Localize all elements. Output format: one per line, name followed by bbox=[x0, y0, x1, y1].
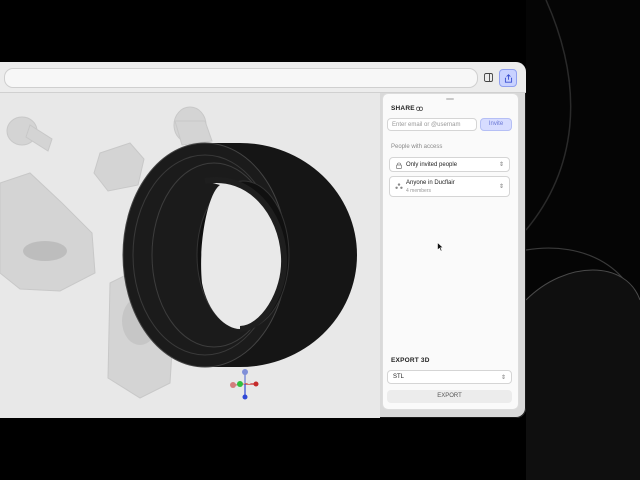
ring-model bbox=[122, 142, 357, 368]
axis-gizmo-icon bbox=[230, 369, 259, 400]
model-scene bbox=[0, 106, 357, 400]
address-bar[interactable] bbox=[4, 68, 478, 88]
people-access-label: People with access bbox=[391, 144, 443, 150]
link-icon[interactable] bbox=[416, 106, 423, 112]
3d-viewport[interactable] bbox=[0, 93, 380, 418]
desktop-wallpaper bbox=[526, 0, 640, 480]
lock-icon bbox=[396, 162, 402, 169]
bg-part-nut bbox=[93, 142, 145, 192]
toolbar bbox=[0, 62, 526, 93]
sidebar-toggle-icon bbox=[483, 72, 493, 82]
access-select[interactable]: Only invited people ⇕ bbox=[389, 157, 510, 172]
invite-input[interactable]: Enter email or @usernam bbox=[387, 118, 477, 131]
share-icon bbox=[504, 73, 512, 83]
bg-part-hex bbox=[0, 172, 96, 292]
panel-grip[interactable] bbox=[446, 98, 454, 100]
group-icon bbox=[395, 183, 403, 189]
org-access-row[interactable]: Anyone in Ducflair 4 members ⇕ bbox=[389, 176, 510, 197]
app-window: SHARE Enter email or @usernam Invite Peo… bbox=[0, 62, 526, 418]
bg-part-hole bbox=[23, 241, 67, 261]
chevron-updown-icon: ⇕ bbox=[500, 375, 506, 381]
cursor-icon bbox=[437, 242, 444, 252]
format-select[interactable]: STL ⇕ bbox=[387, 370, 512, 384]
chevron-updown-icon: ⇕ bbox=[498, 184, 504, 190]
org-members: 4 members bbox=[406, 188, 432, 194]
format-value: STL bbox=[393, 374, 405, 380]
share-title: SHARE bbox=[391, 105, 415, 112]
share-button[interactable] bbox=[499, 69, 517, 87]
wallpaper-shapes bbox=[526, 0, 640, 480]
org-name: Anyone in Ducflair bbox=[406, 180, 455, 186]
access-option: Only invited people bbox=[406, 162, 458, 168]
export-button[interactable]: EXPORT bbox=[387, 390, 512, 403]
sidebar-toggle-button[interactable] bbox=[480, 69, 496, 85]
export-title: EXPORT 3D bbox=[391, 357, 430, 364]
bg-part-bolt bbox=[25, 124, 53, 152]
invite-button[interactable]: Invite bbox=[480, 118, 512, 131]
share-panel: SHARE Enter email or @usernam Invite Peo… bbox=[382, 93, 519, 410]
chevron-updown-icon: ⇕ bbox=[498, 162, 504, 168]
